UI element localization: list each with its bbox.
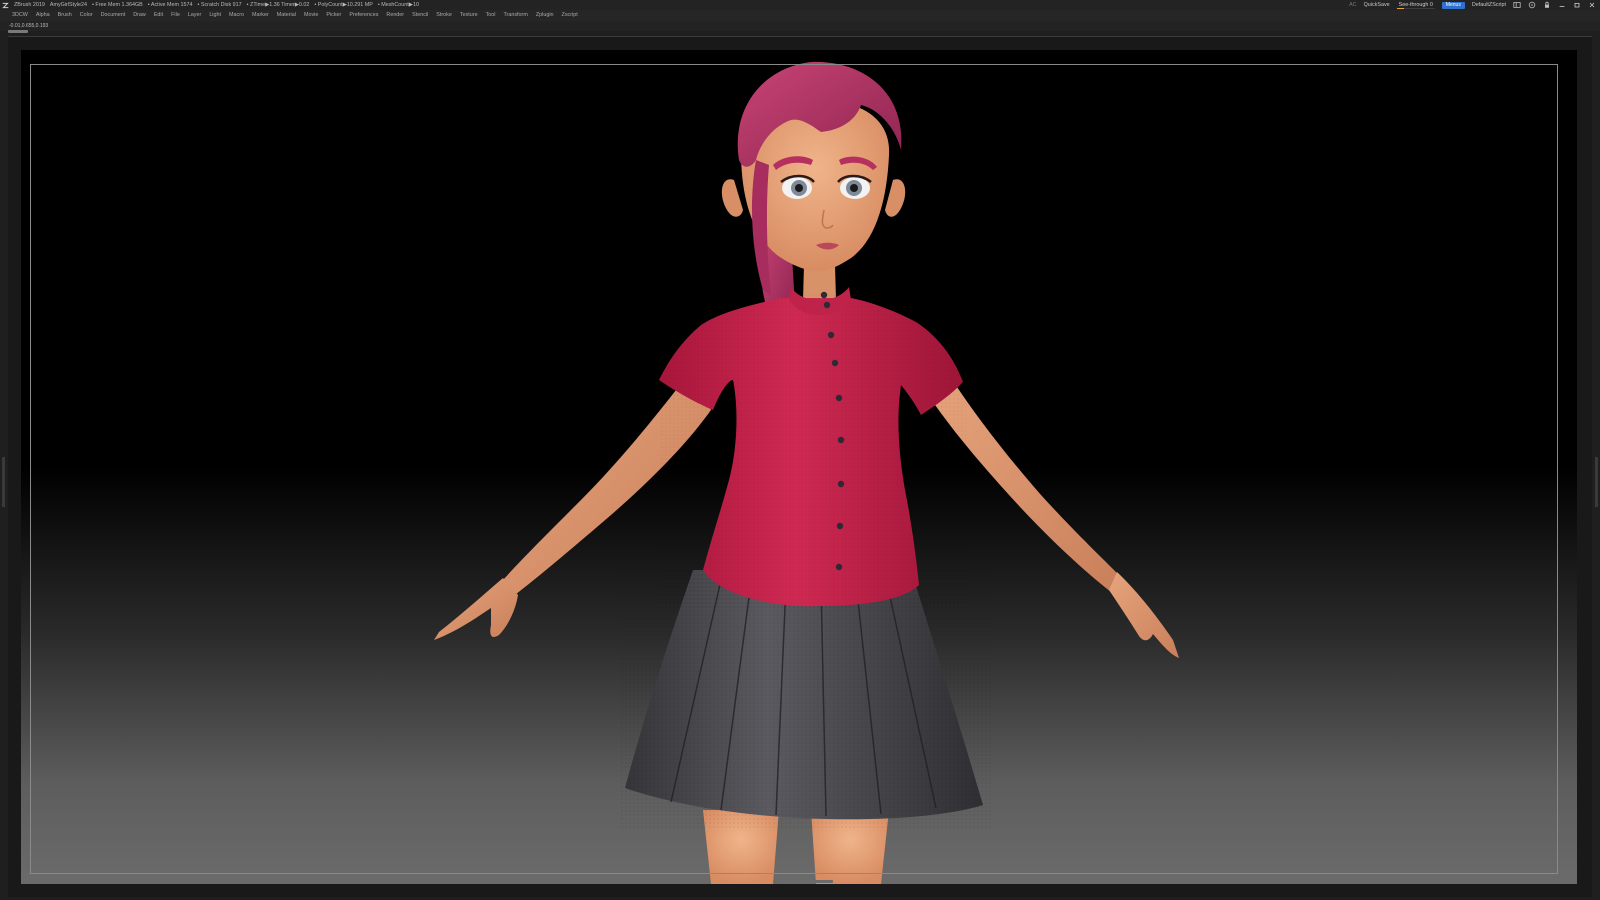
left-tray-handle[interactable] — [2, 457, 5, 507]
menu-zscript[interactable]: Zscript — [558, 10, 582, 21]
menu-brush[interactable]: Brush — [54, 10, 76, 21]
menu-document[interactable]: Document — [97, 10, 130, 21]
minimize-icon[interactable] — [1558, 1, 1566, 9]
document-name: AmyGirlStyle24 — [49, 2, 88, 8]
palette-icon[interactable] — [1528, 1, 1536, 9]
see-through-track — [1396, 8, 1435, 9]
menu-layer[interactable]: Layer — [184, 10, 206, 21]
menu-macro[interactable]: Macro — [225, 10, 248, 21]
active-mem: • Active Mem 1574 — [147, 2, 193, 8]
menu-draw[interactable]: Draw — [129, 10, 150, 21]
menu-file[interactable]: File — [167, 10, 184, 21]
menu-material[interactable]: Material — [273, 10, 300, 21]
document-frame — [2, 36, 1598, 897]
free-mem: • Free Mem 1.364GB — [92, 2, 143, 8]
menu-color[interactable]: Color — [76, 10, 97, 21]
menu-movie[interactable]: Movie — [300, 10, 322, 21]
see-through-fill — [1396, 8, 1404, 9]
menu-texture[interactable]: Texture — [456, 10, 482, 21]
layout-icon[interactable] — [1513, 1, 1521, 9]
menu-tool[interactable]: Tool — [482, 10, 500, 21]
left-hand — [434, 578, 518, 640]
shirt-texture — [661, 295, 966, 610]
meshcount: • MeshCount▶10 — [377, 2, 419, 8]
status-bar: -0.01,0.655,0.193 — [0, 21, 1600, 33]
shelf-tab[interactable] — [8, 30, 28, 33]
menu-light[interactable]: Light — [205, 10, 225, 21]
left-ear — [721, 179, 743, 217]
menus-button[interactable]: Menus — [1441, 1, 1465, 9]
menu-transform[interactable]: Transform — [499, 10, 531, 21]
menu-marker[interactable]: Marker — [248, 10, 273, 21]
close-icon[interactable] — [1588, 1, 1596, 9]
menu-render[interactable]: Render — [382, 10, 408, 21]
see-through-slider[interactable]: See-through 0 — [1396, 0, 1435, 10]
app-title: ZBrush 2019 — [14, 2, 45, 8]
canvas-viewport[interactable] — [21, 50, 1577, 884]
menu-items: 3DCW Alpha Brush Color Document Draw Edit File L… — [8, 10, 582, 21]
default-zscript-button[interactable]: DefaultZScript — [1472, 0, 1506, 10]
right-hand — [1109, 572, 1179, 658]
menu-stencil[interactable]: Stencil — [408, 10, 432, 21]
character-model[interactable] — [21, 50, 1577, 884]
menu-picker[interactable]: Picker — [322, 10, 345, 21]
ztime: • ZTime▶1.36 Timer▶0.02 — [246, 2, 310, 8]
restore-icon[interactable] — [1573, 1, 1581, 9]
quicksave-button[interactable]: QuickSave — [1364, 0, 1390, 10]
right-ear — [885, 179, 906, 217]
menu-3dcw[interactable]: 3DCW — [8, 10, 32, 21]
lock-icon[interactable] — [1543, 1, 1551, 9]
title-info: ZBrush 2019 AmyGirlStyle24 • Free Mem 1.… — [2, 0, 419, 10]
ac-button[interactable]: AC — [1349, 0, 1357, 10]
menu-alpha[interactable]: Alpha — [32, 10, 54, 21]
zbrush-logo-icon[interactable] — [2, 2, 9, 9]
title-controls: AC QuickSave See-through 0 Menus Default… — [1349, 0, 1596, 10]
menu-preferences[interactable]: Preferences — [345, 10, 382, 21]
menu-stroke[interactable]: Stroke — [432, 10, 456, 21]
menu-zplugin[interactable]: Zplugin — [532, 10, 558, 21]
title-bar: ZBrush 2019 AmyGirlStyle24 • Free Mem 1.… — [0, 0, 1600, 10]
scratch-disk: • Scratch Disk 917 — [197, 2, 242, 8]
bottom-tray-handle[interactable] — [781, 880, 833, 883]
menu-edit[interactable]: Edit — [150, 10, 167, 21]
menu-bar: 3DCW Alpha Brush Color Document Draw Edit File L… — [0, 10, 1600, 21]
polycount: • PolyCount▶10.291 MP — [314, 2, 373, 8]
right-tray-handle[interactable] — [1595, 457, 1598, 507]
